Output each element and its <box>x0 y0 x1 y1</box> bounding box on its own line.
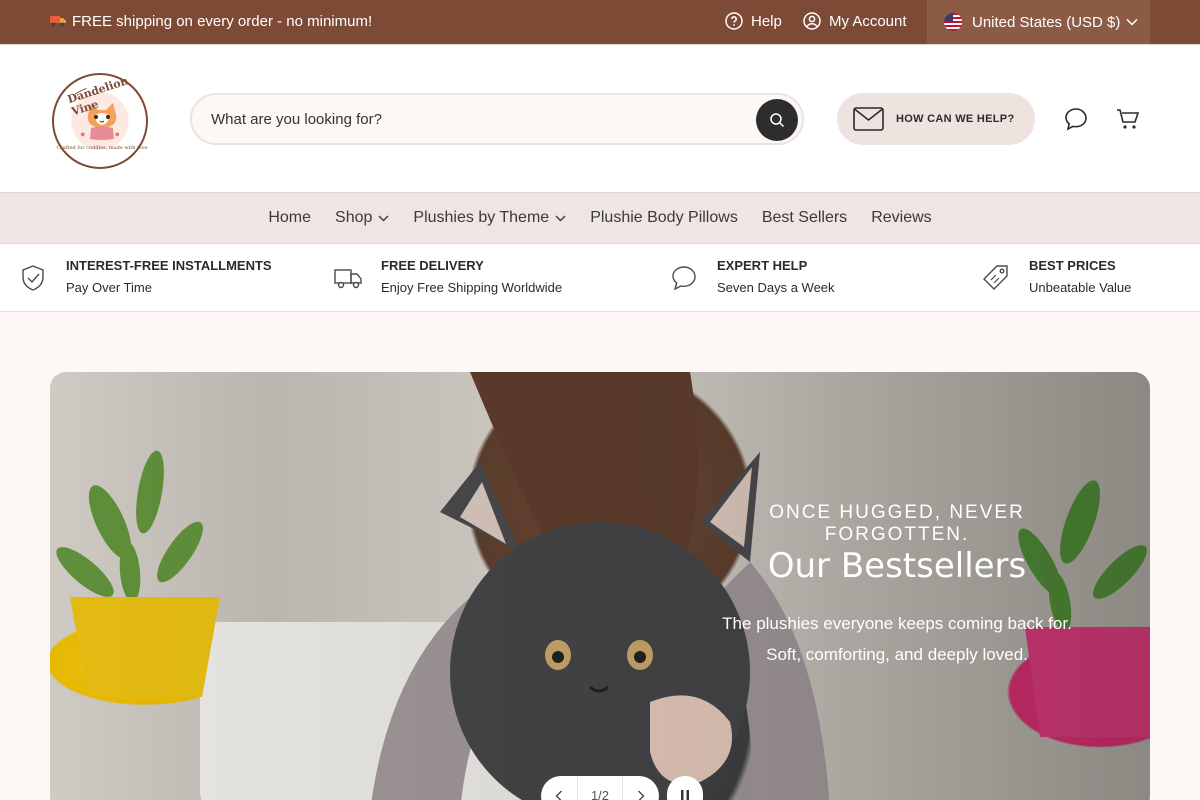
my-account-label: My Account <box>829 12 907 30</box>
nav-item-best-sellers[interactable]: Best Sellers <box>762 209 847 227</box>
slideshow-controls: 1/2 <box>541 776 659 800</box>
hero-title: Our Bestsellers <box>767 546 1027 586</box>
us-flag-icon <box>944 13 962 31</box>
chevron-down-icon <box>378 215 389 221</box>
announcement-promo: FREE shipping on every order - no minimu… <box>50 13 372 30</box>
main-nav: Home Shop Plushies by Theme Plushie Body… <box>0 192 1200 244</box>
hero-subtitle: The plushies everyone keeps coming back … <box>695 608 1099 670</box>
search-input[interactable] <box>211 110 731 128</box>
feature-best-prices: BEST PRICES Unbeatable Value <box>981 258 1131 295</box>
feature-subtitle: Enjoy Free Shipping Worldwide <box>381 280 563 295</box>
hero-subtitle-line: The plushies everyone keeps coming back … <box>722 614 1072 633</box>
hero-overlay <box>50 372 1150 800</box>
help-label: Help <box>751 12 782 30</box>
feature-installments: INTEREST-FREE INSTALLMENTS Pay Over Time <box>18 258 272 295</box>
search-bar <box>190 93 804 145</box>
hero-slideshow: ONCE HUGGED, NEVER FORGOTTEN. Our Bestse… <box>50 372 1150 800</box>
nav-item-label: Reviews <box>871 209 932 226</box>
feature-title: BEST PRICES <box>1029 258 1116 273</box>
feature-free-delivery: FREE DELIVERY Enjoy Free Shipping Worldw… <box>333 258 562 295</box>
feature-expert-help: EXPERT HELP Seven Days a Week <box>669 258 835 295</box>
hero-subtitle-line: Soft, comforting, and deeply loved. <box>766 645 1028 664</box>
announcement-text: FREE shipping on every order - no minimu… <box>72 13 373 30</box>
site-header: Dandelion Vine Crafted for cuddles, made… <box>0 44 1200 192</box>
feature-subtitle: Unbeatable Value <box>1029 280 1132 295</box>
chat-icon <box>672 266 696 291</box>
nav-item-reviews[interactable]: Reviews <box>871 209 931 227</box>
nav-item-label: Home <box>268 209 312 226</box>
feature-strip: INTEREST-FREE INSTALLMENTS Pay Over Time… <box>0 244 1200 312</box>
brand-tagline: Crafted for cuddles, made with love <box>56 145 148 151</box>
how-can-we-help-button[interactable]: HOW CAN WE HELP? <box>837 93 1035 145</box>
prev-slide-button[interactable] <box>541 776 577 800</box>
cart-button[interactable] <box>1114 105 1142 133</box>
search-icon <box>770 113 785 128</box>
nav-item-label: Plushies by Theme <box>413 209 550 226</box>
chevron-left-icon <box>555 790 562 800</box>
nav-item-label: Shop <box>335 209 373 226</box>
feature-subtitle: Seven Days a Week <box>717 280 835 295</box>
chevron-down-icon <box>1126 18 1138 26</box>
brand-logo[interactable]: Dandelion Vine Crafted for cuddles, made… <box>52 73 148 169</box>
pause-icon <box>681 790 689 800</box>
tag-icon <box>983 265 1008 290</box>
truck-icon <box>334 269 362 289</box>
question-circle-icon <box>725 12 743 30</box>
nav-item-home[interactable]: Home <box>268 209 311 227</box>
feature-title: FREE DELIVERY <box>381 258 484 273</box>
feature-subtitle: Pay Over Time <box>66 280 152 295</box>
hero-eyebrow: ONCE HUGGED, NEVER FORGOTTEN. <box>769 502 1025 545</box>
nav-item-label: Best Sellers <box>761 209 848 226</box>
envelope-icon <box>853 107 884 131</box>
how-can-we-help-label: HOW CAN WE HELP? <box>896 113 1015 125</box>
chat-button[interactable] <box>1062 105 1090 133</box>
region-selector[interactable]: United States (USD $) <box>927 0 1150 44</box>
chevron-down-icon <box>555 215 566 221</box>
feature-title: EXPERT HELP <box>717 258 808 273</box>
my-account-link[interactable]: My Account <box>803 12 907 30</box>
chevron-right-icon <box>638 790 645 800</box>
feature-title: INTEREST-FREE INSTALLMENTS <box>66 258 272 273</box>
shopping-cart-icon <box>1117 109 1140 129</box>
search-button[interactable] <box>756 99 798 141</box>
next-slide-button[interactable] <box>623 776 659 800</box>
slide-counter: 1/2 <box>577 776 623 800</box>
chat-bubble-icon <box>1065 108 1087 131</box>
announcement-bar: FREE shipping on every order - no minimu… <box>0 0 1200 44</box>
help-link[interactable]: Help <box>725 12 782 30</box>
region-label: United States (USD $) <box>972 13 1121 31</box>
nav-item-plushie-body-pillows[interactable]: Plushie Body Pillows <box>590 209 738 227</box>
nav-item-label: Plushie Body Pillows <box>590 209 738 226</box>
shield-check-icon <box>22 265 44 291</box>
user-circle-icon <box>803 12 821 30</box>
nav-item-shop[interactable]: Shop <box>335 209 389 227</box>
nav-item-plushies-by-theme[interactable]: Plushies by Theme <box>413 209 566 227</box>
truck-icon <box>50 16 66 27</box>
